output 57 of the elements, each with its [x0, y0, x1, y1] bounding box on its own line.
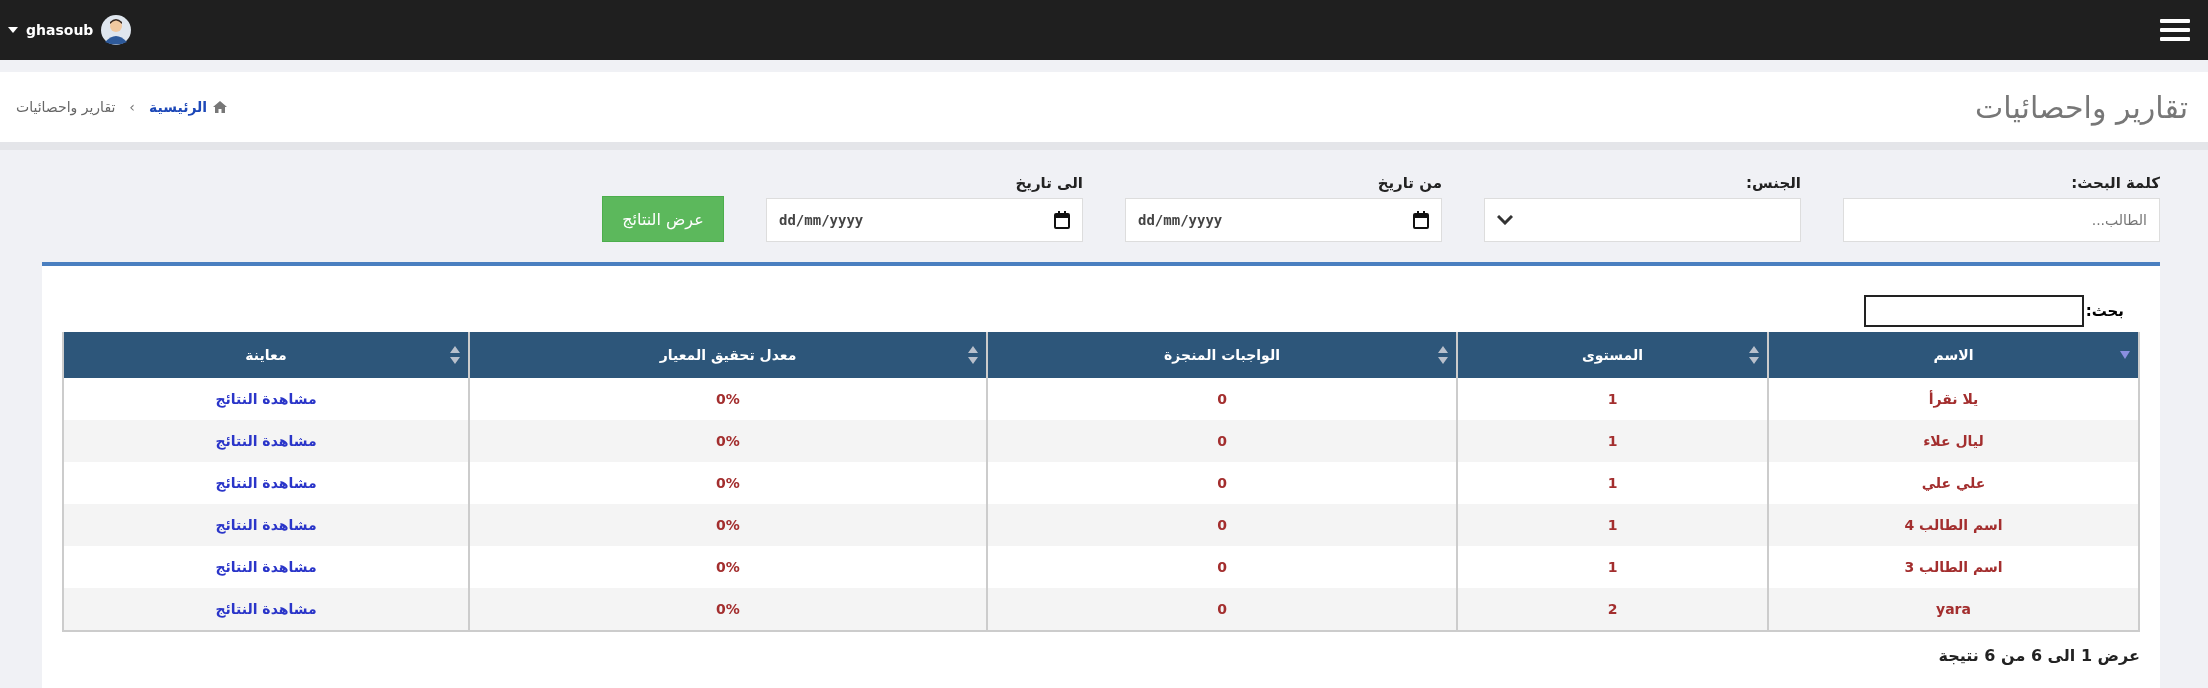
table-cell: 0 [1217, 475, 1227, 491]
table-cell: 1 [1607, 475, 1618, 491]
filter-label: من تاريخ [1376, 174, 1442, 192]
table-cell: اسم الطالب 4 [1904, 517, 2003, 533]
column-header[interactable]: معدل تحقيق المعيار [468, 332, 986, 378]
column-header[interactable]: معاينة [64, 332, 468, 378]
calendar-icon[interactable] [1413, 211, 1429, 229]
chevron-icon [1497, 215, 1513, 225]
table-cell: 0% [716, 475, 740, 491]
table-cell: 0 [1217, 433, 1227, 449]
table-cell: 0 [1217, 559, 1227, 575]
table-cell: 0% [716, 517, 740, 533]
breadcrumb-separator: › [129, 99, 135, 115]
table-cell: يلا نقرأ [1928, 391, 1979, 407]
view-results-link[interactable]: مشاهدة النتائج [215, 559, 317, 575]
results-summary: عرض 1 الى 6 من 6 نتيجة [1937, 646, 2140, 665]
view-results-link[interactable]: مشاهدة النتائج [215, 391, 317, 407]
column-header[interactable]: الاسم [1767, 332, 2138, 378]
table-search-field[interactable] [1863, 295, 2084, 327]
view-results-link[interactable]: مشاهدة النتائج [215, 517, 317, 533]
column-header[interactable]: المستوى [1456, 332, 1767, 378]
table-cell: 2 [1607, 601, 1618, 617]
table-cell: 1 [1607, 391, 1618, 407]
table-cell: 1 [1607, 433, 1618, 449]
page-title: تقارير واحصائيات [1975, 89, 2188, 125]
view-results-link[interactable]: مشاهدة النتائج [215, 601, 317, 617]
search-field[interactable]: الطالب... [1843, 198, 2160, 242]
table-cell: 0 [1217, 517, 1227, 533]
table-cell: 0% [716, 391, 740, 407]
column-header[interactable]: الواجبات المنجزة [986, 332, 1456, 378]
filter-label: الى تاريخ [1014, 174, 1083, 192]
table-cell: ليال علاء [1923, 433, 1984, 449]
filter-label: الجنس: [1745, 174, 1801, 192]
date-field[interactable]: dd/mm/yyyy [1125, 198, 1442, 242]
caret-icon[interactable] [8, 27, 18, 33]
breadcrumb-link[interactable]: الرئيسية [148, 99, 208, 115]
view-results-link[interactable]: مشاهدة النتائج [215, 475, 317, 491]
table-cell: 0 [1217, 391, 1227, 407]
table-cell: اسم الطالب 3 [1904, 559, 2003, 575]
table-cell: 0% [716, 601, 740, 617]
breadcrumb-current: تقارير واحصائيات [16, 99, 116, 115]
avatar-icon[interactable] [101, 15, 132, 45]
table-cell: علي علي [1921, 475, 1986, 491]
filter-label: كلمة البحث: [2070, 174, 2160, 192]
menu-icon[interactable] [2160, 18, 2190, 42]
table-cell: 0% [716, 559, 740, 575]
table-cell: 0% [716, 433, 740, 449]
date-field[interactable]: dd/mm/yyyy [766, 198, 1083, 242]
table-cell: 1 [1607, 517, 1618, 533]
table-cell: yara [1936, 601, 1971, 617]
home-icon [213, 101, 228, 113]
table-cell: 0 [1217, 601, 1227, 617]
table-search-label: بحث: [2085, 302, 2124, 320]
table-cell: 1 [1607, 559, 1618, 575]
calendar-icon[interactable] [1054, 211, 1070, 229]
user-name[interactable]: ghasoub [26, 22, 94, 38]
view-results-link[interactable]: مشاهدة النتائج [215, 433, 317, 449]
